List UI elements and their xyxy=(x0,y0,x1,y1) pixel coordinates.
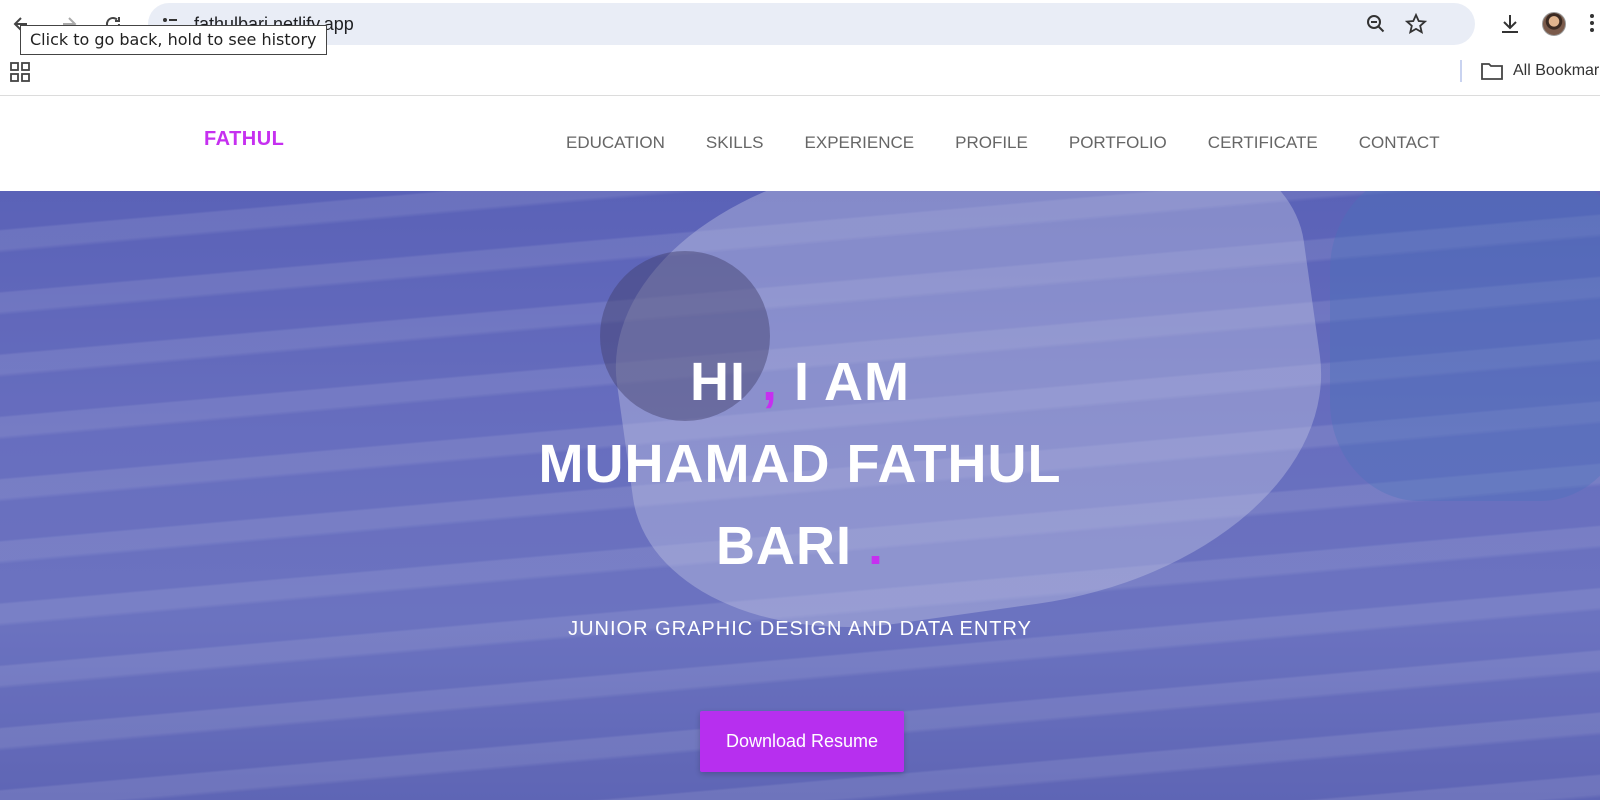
profile-avatar[interactable] xyxy=(1542,12,1566,36)
hero-heading: HI , I AM MUHAMAD FATHUL BARI . xyxy=(0,341,1600,587)
hero-line-2: MUHAMAD FATHUL xyxy=(538,434,1062,494)
nav-education[interactable]: EDUCATION xyxy=(566,133,665,153)
download-resume-button[interactable]: Download Resume xyxy=(700,711,904,772)
back-button-tooltip: Click to go back, hold to see history xyxy=(20,25,327,55)
menu-kebab-icon[interactable] xyxy=(1590,14,1594,34)
hero-greeting: HI xyxy=(689,352,762,412)
hero-subtitle: JUNIOR GRAPHIC DESIGN AND DATA ENTRY xyxy=(568,618,1032,640)
apps-grid-icon[interactable] xyxy=(10,62,30,82)
bookmarks-separator xyxy=(1460,60,1462,82)
hero-line-1: HI , I AM xyxy=(0,341,1600,423)
bookmark-star-icon[interactable] xyxy=(1405,13,1427,35)
nav-portfolio[interactable]: PORTFOLIO xyxy=(1069,133,1167,153)
nav-profile[interactable]: PROFILE xyxy=(955,133,1028,153)
hero-comma: , xyxy=(762,352,779,412)
hero-surname: BARI xyxy=(715,516,868,576)
hero-line-3: BARI . xyxy=(0,505,1600,587)
address-bar[interactable]: fathulbari.netlify.app xyxy=(148,3,1475,45)
download-icon[interactable] xyxy=(1498,12,1522,36)
main-nav: EDUCATION SKILLS EXPERIENCE PROFILE PORT… xyxy=(566,133,1440,153)
nav-skills[interactable]: SKILLS xyxy=(706,133,764,153)
bookmarks-bar: All Bookmarks xyxy=(0,48,1600,96)
nav-contact[interactable]: CONTACT xyxy=(1359,133,1440,153)
site-header: FATHUL EDUCATION SKILLS EXPERIENCE PROFI… xyxy=(0,97,1600,191)
hero-i-am: I AM xyxy=(778,352,910,412)
site-logo[interactable]: FATHUL xyxy=(204,128,284,151)
zoom-icon[interactable] xyxy=(1365,13,1387,35)
nav-experience[interactable]: EXPERIENCE xyxy=(805,133,915,153)
nav-certificate[interactable]: CERTIFICATE xyxy=(1208,133,1318,153)
folder-icon[interactable] xyxy=(1480,61,1504,81)
hero-dot: . xyxy=(867,516,884,576)
all-bookmarks-label[interactable]: All Bookmarks xyxy=(1513,62,1600,80)
hero-section: HI , I AM MUHAMAD FATHUL BARI . JUNIOR G… xyxy=(0,191,1600,800)
